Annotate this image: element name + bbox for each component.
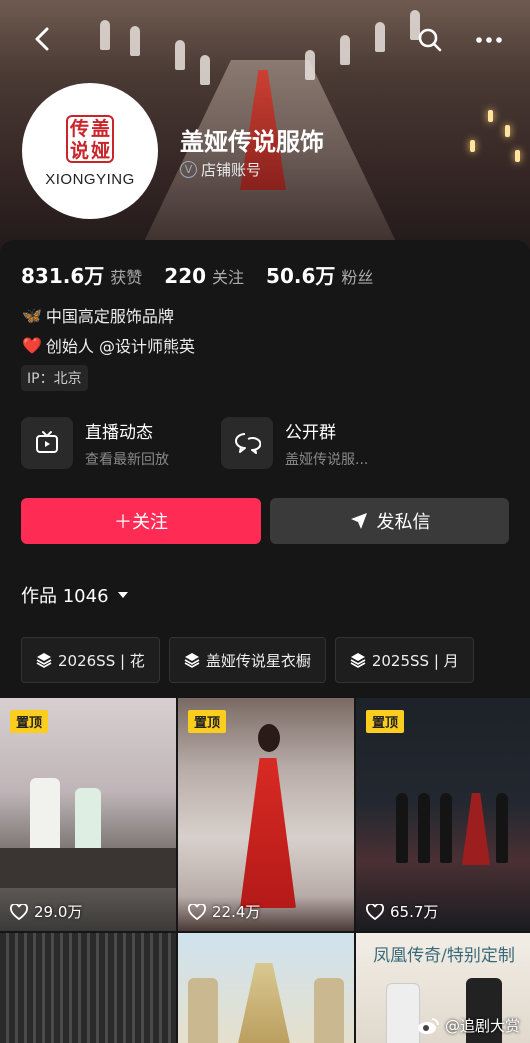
collection-chip[interactable]: 2025SS | 月 [334,637,474,683]
heart-outline-icon [10,903,28,920]
pinned-badge: 置顶 [366,710,405,733]
heart-icon: ❤️ [22,335,42,355]
top-bar [0,20,530,60]
video-likes: 29.0万 [10,901,82,922]
seal-char: 娅 [90,139,110,162]
collection-chip[interactable]: 2026SS | 花 [21,637,160,683]
heart-outline-icon [188,903,206,920]
video-likes: 22.4万 [188,901,260,922]
bio-text[interactable]: 创始人 @设计师熊英 [46,333,195,357]
seal-char: 说 [69,139,89,162]
watermark: @追剧大赏 [417,1015,520,1036]
thumb-figure [236,963,292,1043]
shop-account-tag[interactable]: V 店铺账号 [180,159,261,180]
thumb-figure [440,793,452,863]
message-button[interactable]: 发私信 [270,498,509,544]
thumb-overlay-text: 凤凰传奇/特别定制 [373,946,515,966]
banner-candle [470,140,475,152]
avatar[interactable]: 传 盖 说 娅 XIONGYING [22,83,158,219]
likes-count: 29.0万 [34,903,83,921]
brand-seal-logo: 传 盖 说 娅 [66,114,114,163]
tv-icon [21,417,73,469]
thumb-figure [314,978,344,1043]
weibo-icon [417,1017,439,1034]
likes-count[interactable]: 831.6万 [21,260,104,289]
video-thumbnail[interactable] [0,933,176,1043]
thumb-figure [418,793,430,863]
collection-chip[interactable]: 盖娅传说星衣橱 [168,637,326,683]
layers-icon [350,653,366,668]
video-thumbnail[interactable]: 置顶 65.7万 [356,698,530,931]
thumb-head [258,724,280,752]
likes-count: 22.4万 [212,903,261,921]
thumb-figure [496,793,508,863]
video-grid: 置顶 29.0万 置顶 22.4万 置顶 65.7万 凤凰传奇/特别定制 [0,698,530,1043]
feature-subtitle: 盖娅传说服... [285,451,369,468]
seal-char: 传 [69,117,89,140]
chat-icon [221,417,273,469]
seal-char: 盖 [90,117,110,140]
banner-candle [505,125,510,137]
pinned-badge: 置顶 [188,710,227,733]
live-replay-entry[interactable]: 直播动态 查看最新回放 [21,417,169,469]
shop-name: 盖娅传说服饰 [180,128,324,156]
back-icon[interactable] [28,24,58,54]
feature-title: 公开群 [285,422,336,443]
bio-line: 🦋 中国高定服饰品牌 [22,303,174,327]
stats-row: 831.6万 获赞 220 关注 50.6万 粉丝 [21,260,395,289]
thumb-red-figure [462,793,490,865]
bio-line: ❤️ 创始人 @设计师熊英 [22,333,195,357]
banner-candle [488,110,493,122]
butterfly-icon: 🦋 [22,305,42,325]
video-thumbnail[interactable] [178,933,354,1043]
bio-text: 中国高定服饰品牌 [45,307,174,326]
public-group-entry[interactable]: 公开群 盖娅传说服... [221,417,368,469]
follow-button[interactable]: ＋关注 [21,498,261,544]
layers-icon [184,653,200,668]
following-count[interactable]: 220 [164,264,206,288]
thumb-figure [188,978,218,1043]
caret-down-icon [117,592,128,598]
thumb-audience [0,848,176,888]
feature-subtitle: 查看最新回放 [85,451,169,468]
search-icon[interactable] [416,26,444,54]
collection-label: 2026SS | 花 [58,651,145,670]
watermark-text: @追剧大赏 [444,1017,520,1035]
followers-count[interactable]: 50.6万 [266,260,335,289]
video-likes: 65.7万 [366,901,438,922]
profile-page: 传 盖 说 娅 XIONGYING 盖娅传说服饰 V 店铺账号 831.6万 获… [0,0,530,1043]
likes-label: 获赞 [110,268,143,287]
banner-candle [515,150,520,162]
thumb-figure [386,983,420,1043]
heart-outline-icon [366,903,384,920]
more-icon[interactable] [474,26,504,54]
collection-label: 盖娅传说星衣橱 [205,651,311,670]
shop-tag-label: 店铺账号 [201,161,262,179]
layers-icon [36,653,52,668]
following-label: 关注 [212,268,245,287]
brand-logo-text: XIONGYING [45,170,135,188]
followers-label: 粉丝 [341,268,374,287]
pinned-badge: 置顶 [10,710,49,733]
ip-location-badge: IP：北京 [21,365,88,391]
collection-chips: 2026SS | 花 盖娅传说星衣橱 2025SS | 月 [21,637,530,683]
video-thumbnail[interactable]: 置顶 29.0万 [0,698,176,931]
feature-title: 直播动态 [85,422,153,443]
message-label: 发私信 [376,512,431,533]
thumb-red-dress [240,758,296,908]
works-tab[interactable]: 作品 1046 [21,582,129,608]
likes-count: 65.7万 [390,903,439,921]
video-thumbnail[interactable]: 置顶 22.4万 [178,698,354,931]
works-label: 作品 1046 [21,586,109,607]
collection-label: 2025SS | 月 [371,651,459,670]
verified-icon: V [180,161,197,178]
thumb-figure [396,793,408,863]
send-icon [350,513,367,529]
